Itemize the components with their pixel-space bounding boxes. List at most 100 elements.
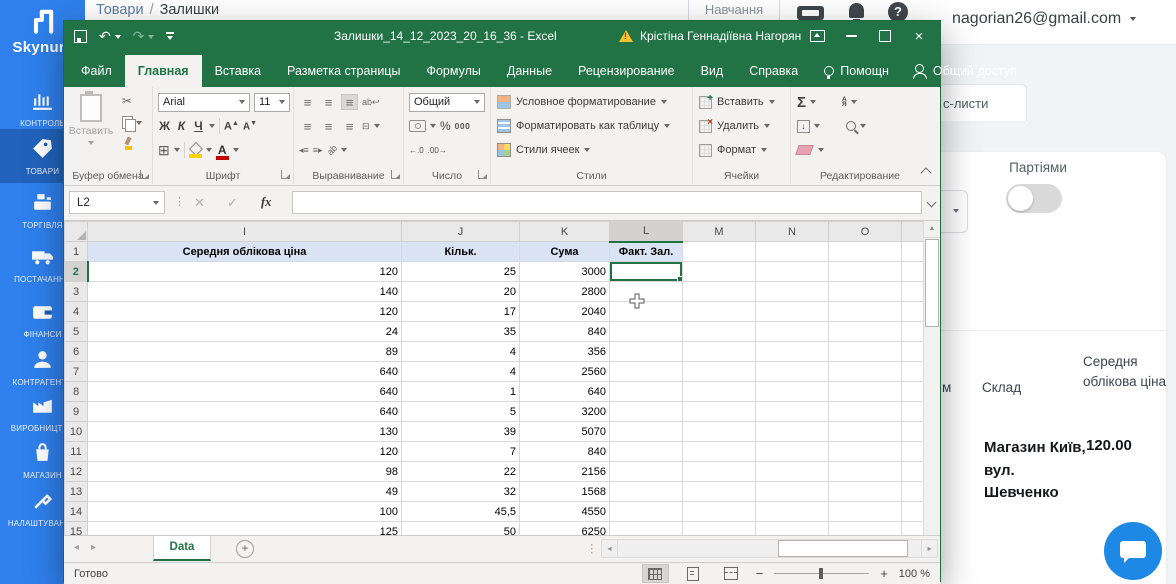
row-header[interactable]: 5: [64, 321, 88, 342]
clear-button[interactable]: [795, 145, 814, 155]
cell[interactable]: [901, 261, 925, 282]
cell[interactable]: [682, 501, 756, 522]
cell[interactable]: [901, 441, 925, 462]
delete-cells-button[interactable]: Удалить: [699, 117, 770, 135]
cell[interactable]: 640: [519, 381, 610, 402]
cell[interactable]: [682, 481, 756, 502]
cell[interactable]: 20: [401, 281, 520, 302]
cell[interactable]: [609, 421, 683, 442]
align-middle-button[interactable]: ≡: [320, 94, 337, 110]
cell[interactable]: [901, 341, 925, 362]
cell[interactable]: [901, 321, 925, 342]
cut-button[interactable]: ✂: [122, 94, 142, 108]
format-as-table-button[interactable]: Форматировать как таблицу: [497, 117, 671, 135]
font-size-combo[interactable]: 11: [254, 92, 290, 112]
undo-button[interactable]: ↶: [99, 28, 121, 45]
row-header[interactable]: 4: [64, 301, 88, 322]
cell[interactable]: 640: [87, 381, 402, 402]
clear-dropdown-icon[interactable]: [818, 148, 824, 152]
italic-button[interactable]: К: [175, 119, 188, 133]
cell[interactable]: 5: [401, 401, 520, 422]
header-cell[interactable]: Середня облікова ціна: [87, 241, 402, 262]
select-all-corner[interactable]: [64, 221, 88, 242]
column-header[interactable]: [901, 221, 925, 242]
row-header[interactable]: 14: [64, 501, 88, 522]
merge-center-button[interactable]: ⊟: [362, 121, 370, 132]
cell[interactable]: [609, 521, 683, 535]
cell[interactable]: [901, 421, 925, 442]
cell[interactable]: [682, 401, 756, 422]
cell[interactable]: [828, 361, 902, 382]
cell[interactable]: 140: [87, 281, 402, 302]
cell[interactable]: [609, 341, 683, 362]
accounting-dropdown-icon[interactable]: [430, 124, 436, 128]
account-menu[interactable]: nagorian26@gmail.com: [952, 10, 1137, 28]
cell[interactable]: [901, 481, 925, 502]
cell[interactable]: 7: [401, 441, 520, 462]
cell[interactable]: [682, 281, 756, 302]
page-break-view-button[interactable]: [718, 564, 745, 583]
cell[interactable]: 130: [87, 421, 402, 442]
cell[interactable]: 2156: [519, 461, 610, 482]
decrease-indent-button[interactable]: ◂≡: [299, 145, 309, 156]
wrap-text-button[interactable]: ab↩: [362, 97, 380, 108]
cell[interactable]: [828, 301, 902, 322]
cell[interactable]: 25: [401, 261, 520, 282]
save-icon[interactable]: [74, 29, 87, 43]
column-header[interactable]: L: [609, 221, 683, 243]
autosum-dropdown-icon[interactable]: [810, 100, 817, 104]
scroll-left-icon[interactable]: ◂: [602, 540, 618, 557]
cell[interactable]: [609, 281, 683, 302]
font-color-dropdown-icon[interactable]: [232, 148, 239, 152]
cell[interactable]: [828, 461, 902, 482]
cell[interactable]: [901, 281, 925, 302]
cell[interactable]: [682, 341, 756, 362]
cell[interactable]: [609, 301, 683, 322]
zoom-in-button[interactable]: +: [880, 566, 888, 581]
cell[interactable]: 45,5: [401, 501, 520, 522]
align-top-button[interactable]: ≡: [299, 94, 316, 110]
cell[interactable]: 50: [401, 521, 520, 535]
ribbon-tab[interactable]: Формулы: [413, 55, 493, 87]
sheet-tab-data[interactable]: Data: [153, 536, 211, 561]
increase-indent-button[interactable]: ≡▸: [313, 145, 323, 156]
redo-button[interactable]: ↷: [133, 28, 155, 45]
cell[interactable]: [609, 381, 683, 402]
cell[interactable]: [755, 421, 829, 442]
new-sheet-button[interactable]: +: [236, 540, 254, 558]
fill-button[interactable]: ↓: [797, 119, 810, 133]
align-right-button[interactable]: ≡: [341, 118, 358, 134]
ribbon-tab[interactable]: Вставка: [202, 55, 274, 87]
normal-view-button[interactable]: [641, 564, 669, 583]
cell[interactable]: [682, 381, 756, 402]
cell[interactable]: [755, 341, 829, 362]
cell[interactable]: [828, 401, 902, 422]
maximize-button[interactable]: [868, 21, 902, 51]
learning-button[interactable]: Навчання: [688, 0, 780, 22]
ribbon-tab-person[interactable]: Общий доступ: [902, 55, 1030, 87]
tab-price-lists[interactable]: с-листи: [938, 84, 1027, 121]
cell[interactable]: 3000: [519, 261, 610, 282]
breadcrumb-section[interactable]: Товари: [96, 2, 144, 18]
cell[interactable]: 24: [87, 321, 402, 342]
cell[interactable]: 35: [401, 321, 520, 342]
cell[interactable]: 3200: [519, 401, 610, 422]
formula-input[interactable]: [292, 191, 922, 214]
underline-button[interactable]: Ч: [192, 119, 205, 133]
insert-cells-button[interactable]: Вставить: [699, 93, 775, 111]
column-header[interactable]: O: [828, 221, 902, 242]
insert-function-icon[interactable]: fx: [261, 195, 271, 210]
cell[interactable]: [828, 421, 902, 442]
formula-bar-splitter[interactable]: ⋮: [174, 195, 185, 208]
cell[interactable]: [609, 401, 683, 422]
column-header[interactable]: J: [401, 221, 520, 242]
cell-styles-button[interactable]: Стили ячеек: [497, 141, 591, 159]
cell[interactable]: [682, 241, 756, 262]
scroll-up-icon[interactable]: ▲: [924, 221, 940, 238]
ribbon-display-options-icon[interactable]: [800, 21, 834, 51]
paste-button[interactable]: Вставить: [68, 91, 114, 164]
cell[interactable]: [828, 241, 902, 262]
ribbon-tab[interactable]: Справка: [736, 55, 811, 87]
cell[interactable]: [901, 401, 925, 422]
cell[interactable]: [755, 241, 829, 262]
